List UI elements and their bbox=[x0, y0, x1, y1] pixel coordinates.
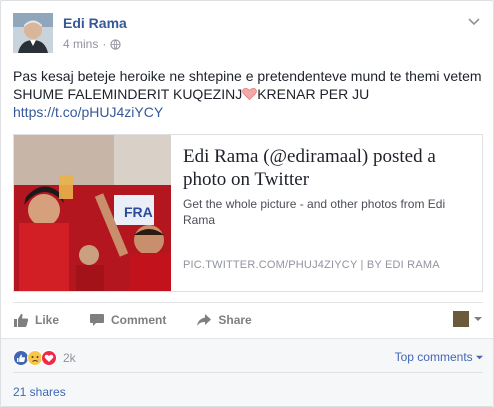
svg-text:FRA: FRA bbox=[124, 204, 153, 220]
chevron-down-icon[interactable] bbox=[467, 15, 481, 29]
like-label: Like bbox=[35, 312, 60, 327]
post-text: Pas kesaj beteje heroike ne shtepine e p… bbox=[13, 67, 483, 121]
post-as-selector[interactable] bbox=[453, 311, 483, 327]
share-label: Share bbox=[218, 312, 252, 327]
share-arrow-icon bbox=[197, 313, 212, 326]
link-attachment[interactable]: FRA Edi Rama (@ediramaal) posted a photo… bbox=[13, 134, 483, 292]
avatar[interactable] bbox=[13, 13, 53, 53]
attachment-body: Edi Rama (@ediramaal) posted a photo on … bbox=[171, 135, 482, 291]
reaction-icons[interactable] bbox=[13, 350, 57, 366]
attachment-photo[interactable]: FRA bbox=[14, 135, 171, 291]
post-link[interactable]: https://t.co/pHUJ4ziYCY bbox=[13, 103, 163, 121]
action-bar: Like Comment Share bbox=[13, 302, 483, 336]
page-avatar-thumb bbox=[453, 311, 469, 327]
meta-separator: · bbox=[102, 37, 107, 51]
reaction-count[interactable]: 2k bbox=[63, 351, 76, 365]
reactions-section: 2k Top comments 21 shares bbox=[1, 338, 493, 406]
like-button[interactable]: Like bbox=[13, 312, 59, 328]
post-header: Edi Rama 4 mins · bbox=[13, 13, 483, 57]
attachment-source: PIC.TWITTER.COM/PHUJ4ZIYCY | BY EDI RAMA bbox=[183, 259, 440, 271]
timestamp[interactable]: 4 mins bbox=[63, 37, 98, 51]
thumbs-up-icon bbox=[14, 313, 29, 327]
avatar-image bbox=[13, 13, 53, 53]
reactions-row: 2k Top comments bbox=[13, 348, 483, 368]
attachment-description: Get the whole picture - and other photos… bbox=[183, 197, 446, 227]
author-name[interactable]: Edi Rama bbox=[63, 15, 127, 31]
caret-down-icon bbox=[474, 317, 482, 321]
post-meta: 4 mins · bbox=[63, 37, 121, 51]
love-reaction-icon bbox=[41, 350, 57, 366]
divider bbox=[13, 372, 483, 373]
shares-count[interactable]: 21 shares bbox=[13, 385, 66, 399]
post-body-text-end: KRENAR PER JU bbox=[257, 86, 370, 102]
share-button[interactable]: Share bbox=[196, 312, 252, 328]
comment-button[interactable]: Comment bbox=[89, 312, 166, 328]
globe-icon[interactable] bbox=[110, 38, 121, 50]
top-comments-dropdown[interactable]: Top comments bbox=[395, 350, 483, 364]
fans-photo: FRA bbox=[14, 135, 171, 291]
comment-label: Comment bbox=[111, 312, 167, 327]
heart-emoji-icon bbox=[242, 87, 258, 101]
attachment-title[interactable]: Edi Rama (@ediramaal) posted a photo on … bbox=[183, 145, 470, 191]
top-comments-label: Top comments bbox=[394, 350, 473, 364]
comment-icon bbox=[90, 313, 105, 326]
caret-down-icon bbox=[476, 355, 483, 360]
post-card: Edi Rama 4 mins · Pas kesaj beteje heroi… bbox=[0, 0, 494, 407]
